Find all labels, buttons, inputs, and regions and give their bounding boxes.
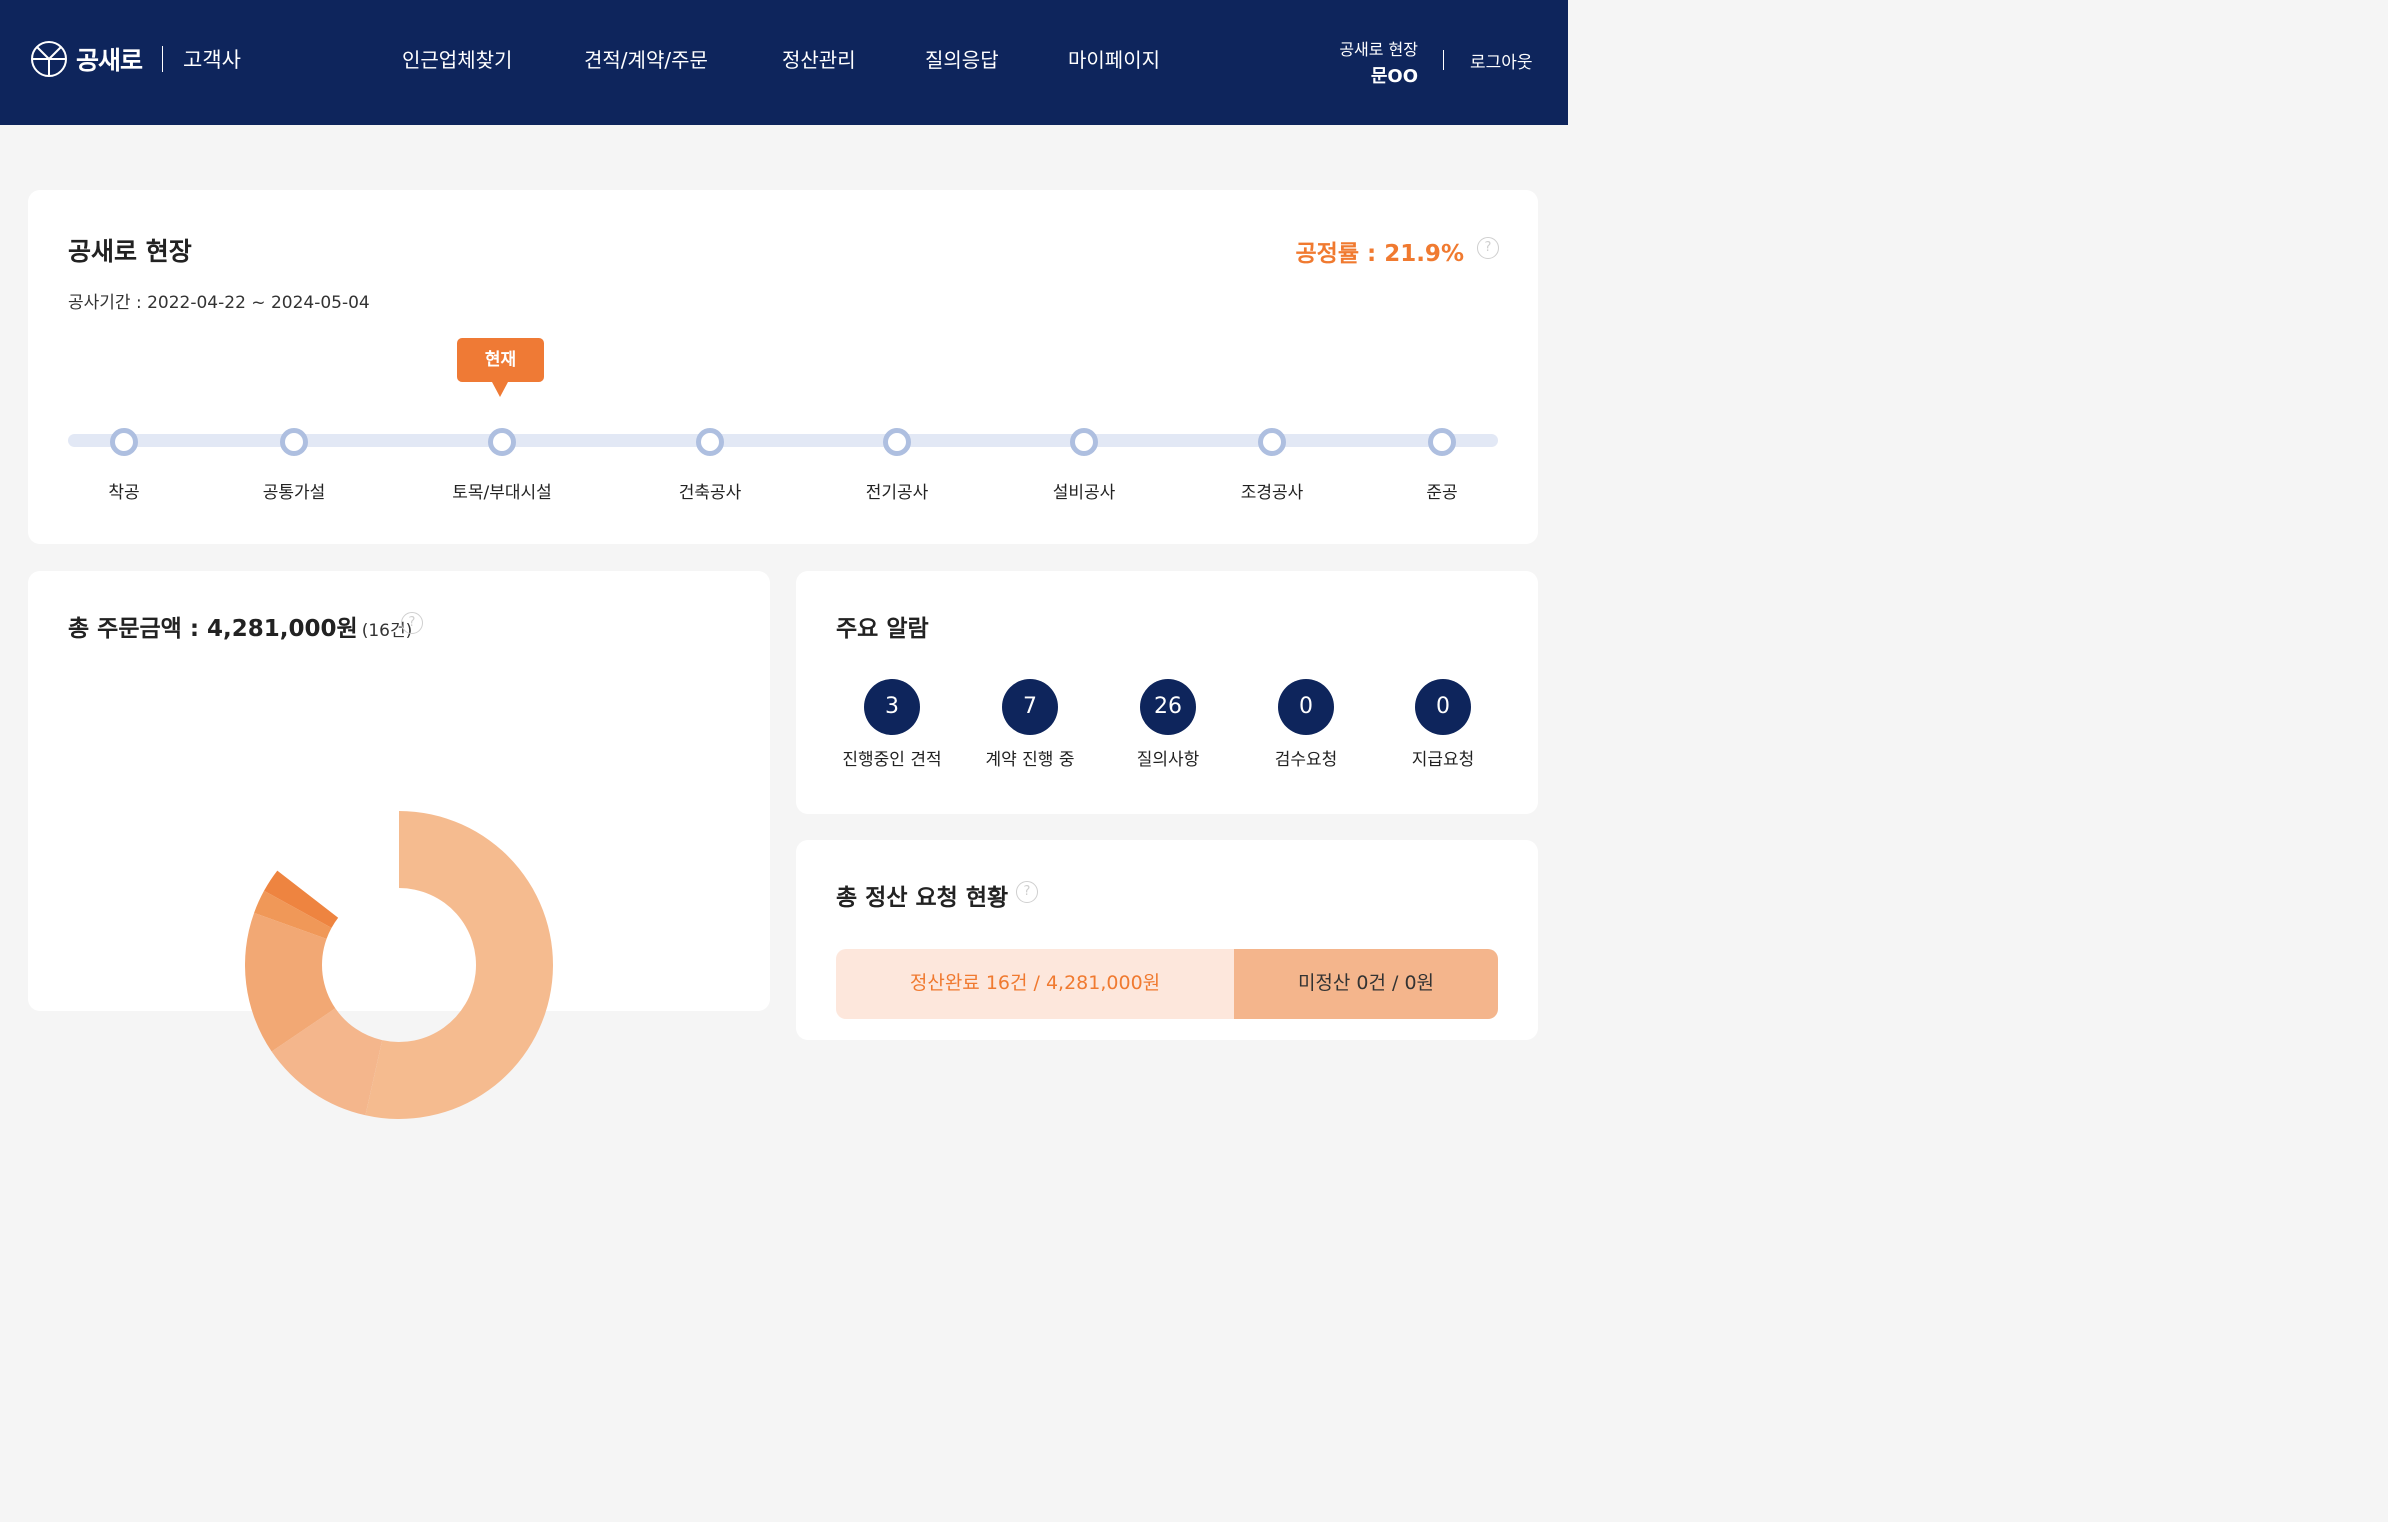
step-dot (1428, 428, 1456, 456)
help-icon[interactable]: ? (401, 612, 423, 634)
step-dot (110, 428, 138, 456)
header-divider (1443, 50, 1444, 70)
step-label: 설비공사 (1052, 483, 1116, 503)
alarm-item[interactable]: 0 검수요청 (1241, 679, 1371, 770)
progress-rate: 공정률 : 21.9% (1295, 241, 1465, 267)
nav-mypage[interactable]: 마이페이지 (1068, 44, 1160, 73)
alarm-label: 질의사항 (1136, 750, 1200, 770)
step-label: 공통가설 (262, 483, 326, 503)
construction-period: 공사기간 : 2022-04-22 ~ 2024-05-04 (68, 293, 370, 313)
step-dot (1070, 428, 1098, 456)
help-icon[interactable]: ? (1477, 237, 1499, 259)
step-dot (696, 428, 724, 456)
nav-quote-contract-order[interactable]: 견적/계약/주문 (584, 44, 708, 73)
alarm-count: 7 (1002, 679, 1058, 735)
step-dot (488, 428, 516, 456)
main-nav: 인근업체찾기 견적/계약/주문 정산관리 질의응답 마이페이지 (0, 44, 1568, 74)
step-label: 조경공사 (1240, 483, 1304, 503)
order-total-title: 총 주문금액 : 4,281,000원 (16건) (68, 609, 412, 643)
alarm-label: 검수요청 (1274, 750, 1338, 770)
alarm-count: 3 (864, 679, 920, 735)
step-label: 건축공사 (678, 483, 742, 503)
alarm-count: 26 (1140, 679, 1196, 735)
step-label: 착공 (108, 483, 140, 503)
site-title: 공새로 현장 (68, 237, 192, 266)
site-progress-card: 공새로 현장 공사기간 : 2022-04-22 ~ 2024-05-04 공정… (28, 190, 1538, 544)
alarm-card: 주요 알람 3 진행중인 견적 7 계약 진행 중 26 질의사항 0 검수요청 0 지급요청 (796, 571, 1538, 814)
donut-slice[interactable] (365, 811, 553, 1119)
step-dot (883, 428, 911, 456)
step-label: 전기공사 (865, 483, 929, 503)
step-label: 준공 (1426, 483, 1458, 503)
settlement-done[interactable]: 정산완료 16건 / 4,281,000원 (836, 949, 1234, 1019)
alarm-title: 주요 알람 (836, 616, 929, 642)
user-name: 문OO (1370, 66, 1418, 87)
nav-nearby-vendors[interactable]: 인근업체찾기 (402, 44, 512, 73)
alarm-item[interactable]: 0 지급요청 (1378, 679, 1508, 770)
nav-qna[interactable]: 질의응답 (925, 44, 999, 73)
user-info: 공새로 현장 문OO (1339, 36, 1418, 88)
settlement-card: 총 정산 요청 현황 ? 정산완료 16건 / 4,281,000원 미정산 0… (796, 840, 1538, 1040)
alarm-count: 0 (1415, 679, 1471, 735)
alarm-item[interactable]: 26 질의사항 (1103, 679, 1233, 770)
alarm-count: 0 (1278, 679, 1334, 735)
top-header: 공새로 고객사 인근업체찾기 견적/계약/주문 정산관리 질의응답 마이페이지 … (0, 0, 1568, 125)
alarm-item[interactable]: 3 진행중인 견적 (827, 679, 957, 770)
user-site-name: 공새로 현장 (1339, 40, 1418, 59)
alarm-label: 지급요청 (1411, 750, 1475, 770)
settlement-title: 총 정산 요청 현황 (836, 885, 1009, 911)
settlement-pending[interactable]: 미정산 0건 / 0원 (1234, 949, 1498, 1019)
help-icon[interactable]: ? (1016, 881, 1038, 903)
order-donut-chart (245, 811, 553, 1119)
step-dot (1258, 428, 1286, 456)
logout-button[interactable]: 로그아웃 (1470, 48, 1533, 73)
order-total-card: 총 주문금액 : 4,281,000원 (16건) ? (28, 571, 770, 1119)
step-label: 토목/부대시설 (452, 483, 552, 503)
current-step-badge: 현재 (457, 338, 544, 397)
alarm-item[interactable]: 7 계약 진행 중 (965, 679, 1095, 770)
nav-settlement[interactable]: 정산관리 (782, 44, 856, 73)
order-total-amount: 총 주문금액 : 4,281,000원 (68, 616, 358, 642)
alarm-label: 진행중인 견적 (842, 750, 942, 770)
alarm-label: 계약 진행 중 (985, 750, 1075, 770)
settlement-bar: 정산완료 16건 / 4,281,000원 미정산 0건 / 0원 (836, 949, 1498, 1019)
step-dot (280, 428, 308, 456)
